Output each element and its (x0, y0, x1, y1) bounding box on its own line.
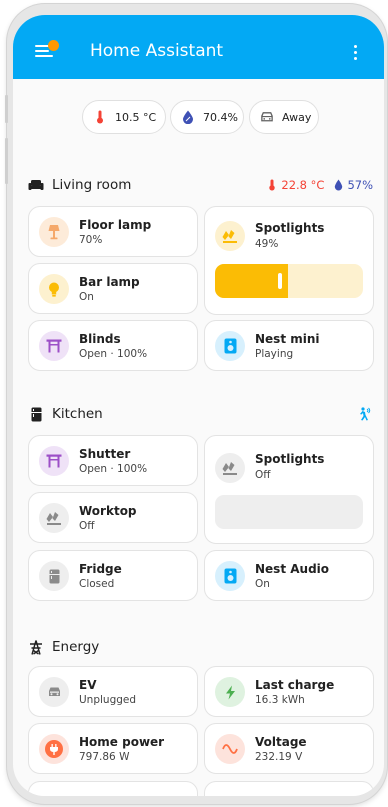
brightness-slider[interactable] (215, 264, 363, 298)
blinds-icon[interactable] (39, 331, 69, 361)
spotlight-icon[interactable] (215, 221, 245, 251)
lightbulb-icon[interactable] (39, 274, 69, 304)
tile-state: Playing (255, 348, 294, 360)
tile-name: Last charge (255, 678, 335, 692)
humidity-chip[interactable]: 70.4% (170, 100, 244, 134)
tile-partial[interactable] (204, 781, 374, 796)
section-header-kitchen: Kitchen (28, 404, 373, 424)
tile-last-charge[interactable]: Last charge 16.3 kWh (204, 666, 374, 717)
tile-name: Voltage (255, 735, 307, 749)
section-title: Living room (52, 177, 132, 193)
car-icon[interactable] (39, 677, 69, 707)
temperature-chip-text: 10.5 °C (115, 110, 157, 124)
more-options-icon[interactable] (354, 45, 358, 61)
blinds-icon[interactable] (39, 446, 69, 476)
spotlight-icon[interactable] (215, 453, 245, 483)
notification-badge (48, 40, 59, 51)
tile-spotlights[interactable]: Spotlights 49% (204, 206, 374, 315)
brightness-slider-handle[interactable] (278, 273, 282, 289)
water-percent-icon (181, 110, 195, 124)
tile-state: 16.3 kWh (255, 694, 305, 706)
fridge-icon[interactable] (39, 561, 69, 591)
app-screen: Home Assistant 10.5 °C 70.4% Away Living… (13, 15, 384, 796)
tile-state: Off (79, 520, 95, 532)
presence-chip-text: Away (282, 110, 312, 124)
speaker-icon[interactable] (215, 561, 245, 591)
tile-nest-mini[interactable]: Nest mini Playing (204, 320, 374, 371)
tile-name: Floor lamp (79, 218, 152, 232)
water-percent-icon (334, 179, 343, 191)
tile-floor-lamp[interactable]: Floor lamp 70% (28, 206, 198, 257)
tile-voltage[interactable]: Voltage 232.19 V (204, 723, 374, 774)
tile-state: Off (255, 469, 271, 481)
temperature-chip[interactable]: 10.5 °C (82, 100, 166, 134)
brightness-slider[interactable] (215, 495, 363, 529)
section-header-living-room: Living room 22.8 °C 57% (28, 175, 373, 195)
tile-name: Home power (79, 735, 165, 749)
tile-home-power[interactable]: Home power 797.86 W (28, 723, 198, 774)
tile-name: Fridge (79, 562, 122, 576)
app-title: Home Assistant (90, 41, 224, 61)
tile-bar-lamp[interactable]: Bar lamp On (28, 263, 198, 314)
app-bar: Home Assistant (13, 15, 384, 79)
tile-state: 70% (79, 234, 103, 246)
room-humidity: 57% (347, 178, 373, 192)
speaker-icon[interactable] (215, 331, 245, 361)
spotlight-icon[interactable] (39, 503, 69, 533)
tile-name: Blinds (79, 332, 121, 346)
thermometer-icon (268, 179, 276, 191)
phone-side-button (5, 95, 8, 123)
thermometer-icon (93, 110, 107, 124)
tile-state: 797.86 W (79, 751, 130, 763)
section-title: Kitchen (52, 406, 103, 422)
tile-state: Unplugged (79, 694, 137, 706)
tile-name: Worktop (79, 504, 137, 518)
tile-kitchen-spotlights[interactable]: Spotlights Off (204, 435, 374, 544)
fridge-icon (28, 406, 44, 422)
tile-state: Open · 100% (79, 348, 148, 360)
tile-name: Shutter (79, 447, 131, 461)
section-title: Energy (52, 639, 100, 655)
phone-side-button (5, 138, 8, 184)
sine-wave-icon[interactable] (215, 734, 245, 764)
tile-name: EV (79, 678, 97, 692)
transmission-tower-icon (28, 639, 44, 655)
section-header-energy: Energy (28, 637, 373, 657)
tile-name: Spotlights (255, 221, 325, 235)
section-sensors: 22.8 °C 57% (268, 178, 373, 192)
tile-worktop[interactable]: Worktop Off (28, 492, 198, 543)
tile-nest-audio[interactable]: Nest Audio On (204, 550, 374, 601)
tile-state: 232.19 V (255, 751, 303, 763)
tile-name: Nest Audio (255, 562, 330, 576)
lightning-bolt-icon[interactable] (215, 677, 245, 707)
tile-state: On (79, 291, 94, 303)
tile-state: On (255, 578, 270, 590)
power-plug-icon[interactable] (39, 734, 69, 764)
room-temperature: 22.8 °C (281, 178, 325, 192)
motion-sensor-icon (357, 407, 371, 425)
tile-fridge[interactable]: Fridge Closed (28, 550, 198, 601)
tile-name: Spotlights (255, 452, 325, 466)
tile-state: Open · 100% (79, 463, 148, 475)
summary-chips: 10.5 °C 70.4% Away (13, 100, 384, 134)
tile-name: Nest mini (255, 332, 320, 346)
tile-state: 49% (255, 238, 279, 250)
tile-shutter[interactable]: Shutter Open · 100% (28, 435, 198, 486)
tile-name: Bar lamp (79, 275, 140, 289)
presence-chip[interactable]: Away (249, 100, 319, 134)
floor-lamp-icon[interactable] (39, 217, 69, 247)
tile-state: Closed (79, 578, 115, 590)
tile-ev[interactable]: EV Unplugged (28, 666, 198, 717)
tile-partial[interactable] (28, 781, 198, 796)
sofa-icon (28, 177, 44, 193)
car-icon (260, 110, 274, 124)
humidity-chip-text: 70.4% (203, 110, 238, 124)
tile-blinds[interactable]: Blinds Open · 100% (28, 320, 198, 371)
